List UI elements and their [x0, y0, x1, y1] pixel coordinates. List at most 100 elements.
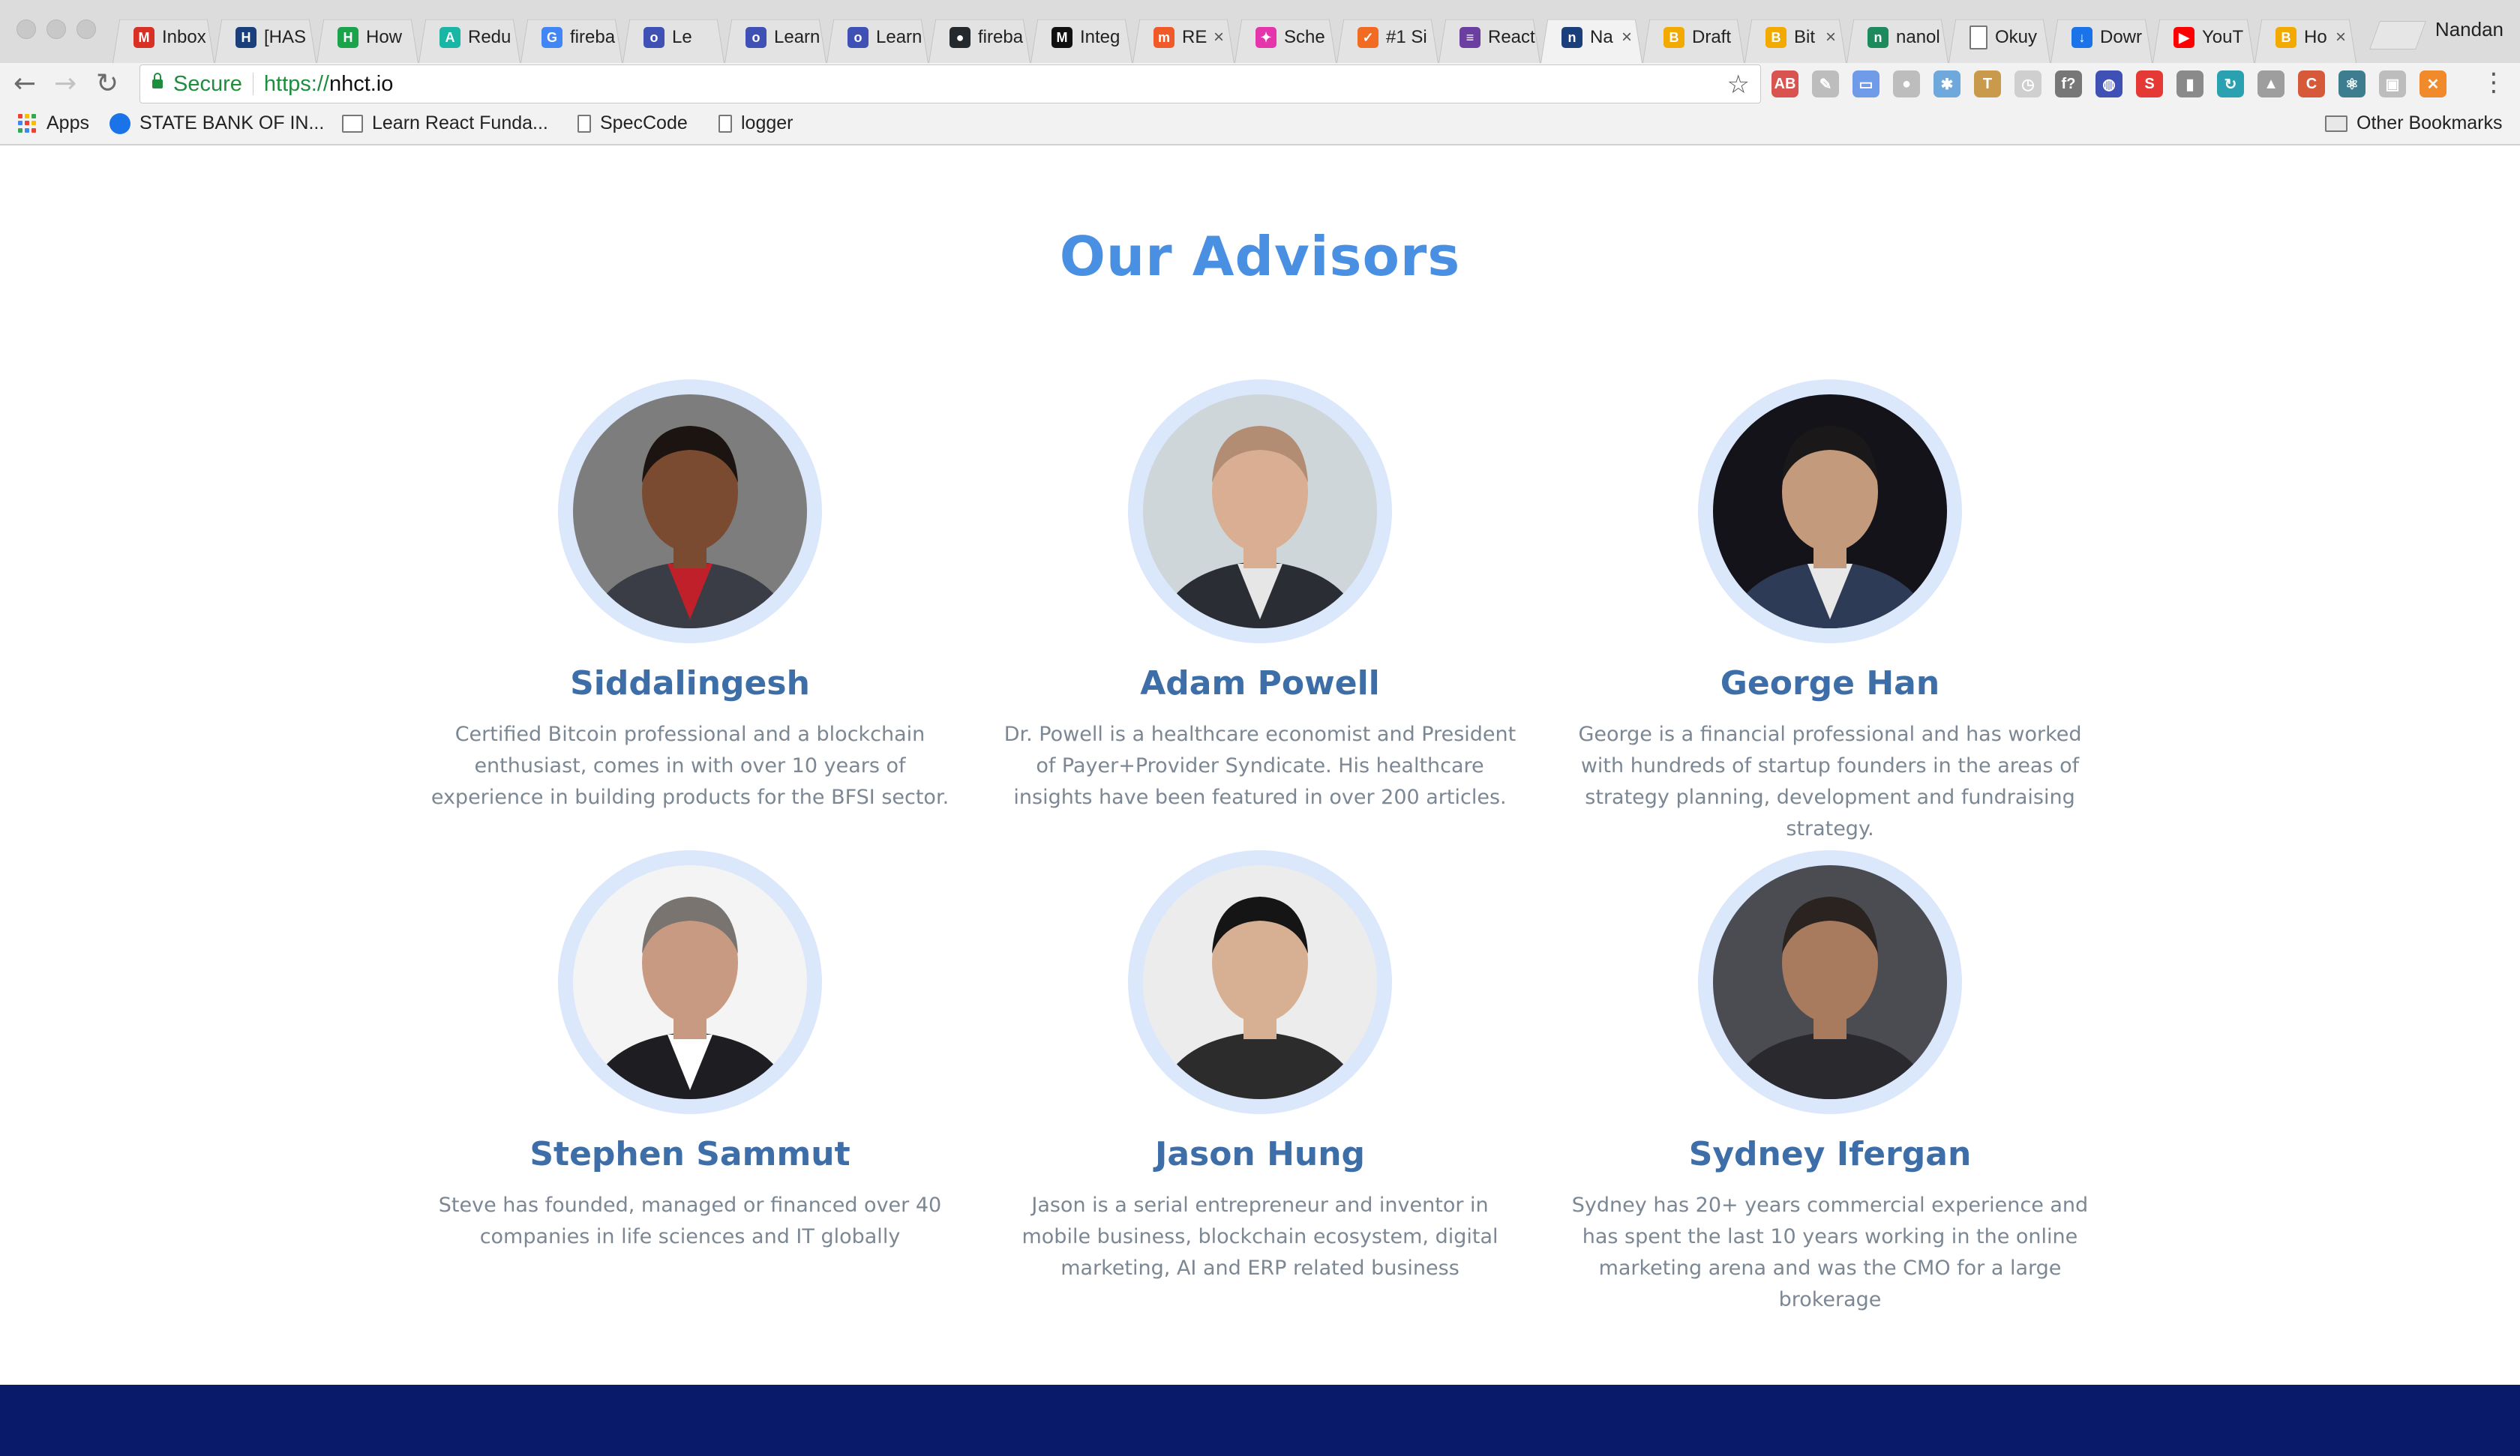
bookmark-label: Apps — [46, 112, 89, 133]
bookmark-speccode[interactable]: SpecCode — [578, 112, 688, 134]
reload-icon[interactable]: ↻ — [96, 69, 118, 99]
browser-tab[interactable]: M Integ — [1030, 12, 1132, 63]
eye-icon: o — [644, 27, 664, 48]
advisor-photo — [1713, 394, 1947, 628]
advisor-photo — [1143, 865, 1377, 1099]
tab-label: Okuy — [1995, 27, 2038, 47]
bookmark-star-icon[interactable]: ☆ — [1727, 70, 1750, 100]
avatar — [1143, 865, 1377, 1099]
browser-menu-icon[interactable]: ⋮ — [2481, 67, 2506, 97]
tab-label: Learn — [876, 27, 922, 47]
tab-label: Dowr — [2100, 27, 2143, 47]
tab-label: Integ — [1080, 27, 1120, 47]
google-icon: G — [542, 27, 562, 48]
s-icon[interactable]: S — [2136, 70, 2163, 97]
browser-tab[interactable]: ↓ Dowr — [2050, 12, 2152, 63]
browser-tab[interactable]: ✦ Sche — [1234, 12, 1336, 63]
bookmarks-bar: Apps STATE BANK OF IN... Learn React Fun… — [0, 105, 2520, 145]
browser-tab[interactable]: Okuy — [1948, 12, 2050, 63]
back-icon[interactable]: ← — [14, 69, 36, 99]
profile-name[interactable]: Nandan — [2435, 18, 2504, 41]
browser-tab[interactable]: n nanol — [1846, 12, 1948, 63]
window-icon[interactable]: ▭ — [1852, 70, 1880, 97]
browser-tab[interactable]: B Ho × — [2254, 12, 2356, 63]
bar-icon[interactable]: ▮ — [2176, 70, 2204, 97]
function-icon[interactable]: f? — [2055, 70, 2082, 97]
tab-strip: M Inbox H [HAS H How A Redu Gfireba o Le o Learn o Lea… — [0, 0, 2520, 63]
browser-tab[interactable]: m RE × — [1132, 12, 1234, 63]
minimize-window-button[interactable] — [46, 19, 66, 39]
browser-chrome: M Inbox H [HAS H How A Redu Gfireba o Le o Learn o Lea… — [0, 0, 2520, 145]
browser-tab[interactable]: H How — [316, 12, 418, 63]
download-icon: ↓ — [2072, 27, 2092, 48]
tab-label: RE — [1182, 27, 1208, 47]
browser-tab[interactable]: A Redu — [418, 12, 520, 63]
github-icon: ● — [950, 27, 970, 48]
bookmark-sbi[interactable]: STATE BANK OF IN... — [110, 112, 324, 134]
tab-label: [HAS — [264, 27, 307, 47]
browser-tab[interactable]: ≡ React — [1438, 12, 1540, 63]
close-window-button[interactable] — [16, 19, 36, 39]
cors-icon[interactable]: C — [2298, 70, 2325, 97]
browser-tab[interactable]: n Na × — [1540, 12, 1642, 63]
edit-icon[interactable]: ✎ — [1812, 70, 1839, 97]
folder-icon — [2325, 115, 2348, 132]
other-bookmarks[interactable]: Other Bookmarks — [2325, 112, 2503, 134]
bookmark-logger[interactable]: logger — [718, 112, 794, 134]
tab-label: Draft — [1692, 27, 1732, 47]
refresh-circle-icon[interactable]: ↻ — [2217, 70, 2244, 97]
tab-list: M Inbox H [HAS H How A Redu Gfireba o Le o Learn o Lea… — [112, 12, 2362, 63]
tab-label: nanol — [1896, 27, 1940, 47]
advisor-photo — [1713, 865, 1947, 1099]
browser-tab[interactable]: o Learn — [724, 12, 826, 63]
check-icon: ✓ — [1358, 27, 1378, 48]
browser-tab[interactable]: M Inbox — [112, 12, 214, 63]
browser-tab[interactable]: H [HAS — [214, 12, 316, 63]
browser-tab[interactable]: o Le — [622, 12, 724, 63]
lock-icon — [152, 73, 163, 88]
browser-tab[interactable]: ▶ YouT — [2152, 12, 2254, 63]
tab-label: Na — [1590, 27, 1613, 47]
advisor-bio: Certified Bitcoin professional and a blo… — [430, 723, 950, 809]
tab-label: #1 Si — [1386, 27, 1427, 47]
browser-tab[interactable]: ● fireba — [928, 12, 1030, 63]
browser-tab[interactable]: o Learn — [826, 12, 928, 63]
avatar-ring — [1128, 850, 1392, 1114]
bookmark-learn-react[interactable]: Learn React Funda... — [342, 112, 548, 134]
advisor-name: Adam Powell — [1140, 664, 1380, 703]
tab-label: Learn — [774, 27, 820, 47]
close-tab-icon[interactable]: × — [1622, 27, 1632, 48]
hammer-icon[interactable]: T — [1974, 70, 2001, 97]
bug-icon[interactable]: ✱ — [1934, 70, 1960, 97]
how-icon: H — [338, 27, 358, 48]
reader-icon[interactable]: ▣ — [2379, 70, 2406, 97]
orange-x-icon[interactable]: ✕ — [2420, 70, 2446, 97]
drive-icon[interactable]: ▲ — [2258, 70, 2284, 97]
page-icon — [578, 114, 591, 133]
close-tab-icon[interactable]: × — [1826, 27, 1836, 48]
nano-icon: n — [1868, 27, 1888, 48]
browser-tab[interactable]: B Bit × — [1744, 12, 1846, 63]
react-icon[interactable]: ⚛ — [2338, 70, 2366, 97]
maximize-window-button[interactable] — [76, 19, 96, 39]
advisor-bio: Dr. Powell is a healthcare economist and… — [1004, 723, 1516, 809]
close-tab-icon[interactable]: × — [2336, 27, 2346, 48]
advisor-name: Jason Hung — [1154, 1135, 1366, 1173]
address-bar[interactable]: Secure https:// nhct.io ☆ — [140, 64, 1761, 103]
browser-tab[interactable]: Gfireba — [520, 12, 622, 63]
adblock-icon[interactable]: AB — [1772, 70, 1798, 97]
new-tab-button[interactable] — [2369, 21, 2426, 49]
avatar — [573, 865, 807, 1099]
circle-icon[interactable]: ● — [1893, 70, 1920, 97]
bookmark-apps[interactable]: Apps — [18, 112, 89, 134]
globe-icon[interactable]: ◍ — [2096, 70, 2122, 97]
advisor-photo — [1143, 394, 1377, 628]
clock-icon[interactable]: ◷ — [2014, 70, 2042, 97]
advisor-photo — [573, 865, 807, 1099]
close-tab-icon[interactable]: × — [1214, 27, 1224, 48]
forward-icon[interactable]: → — [54, 69, 76, 99]
advisor-name: Siddalingesh — [570, 664, 810, 703]
browser-tab[interactable]: B Draft — [1642, 12, 1744, 63]
browser-tab[interactable]: ✓ #1 Si — [1336, 12, 1438, 63]
avatar — [573, 394, 807, 628]
